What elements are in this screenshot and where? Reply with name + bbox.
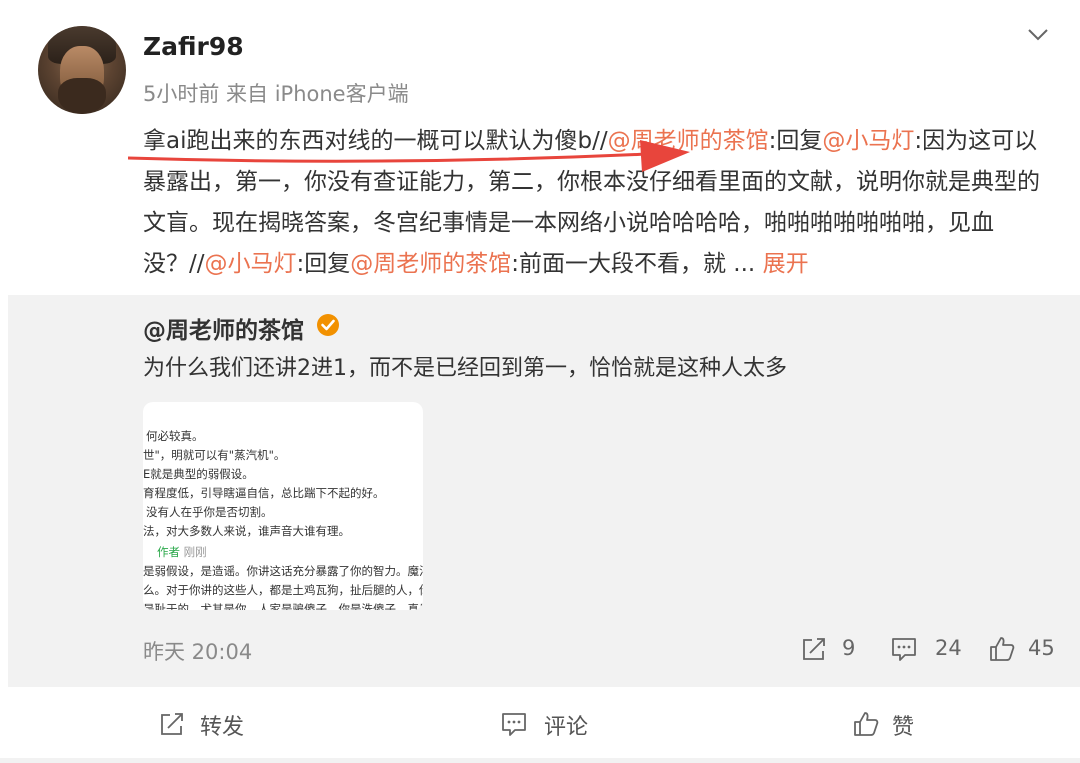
comment-count[interactable]: 24 xyxy=(935,636,962,660)
like-icon[interactable] xyxy=(988,635,1016,663)
image-author-time: 刚刚 xyxy=(183,545,207,559)
image-author-tag: 作者 xyxy=(157,545,180,559)
chevron-down-icon[interactable] xyxy=(1024,20,1052,48)
image-text-line: 法，对大多数人来说，谁声音大谁有理。 xyxy=(143,524,350,538)
post-text-segment: :回复 xyxy=(296,251,351,277)
comment-action-icon[interactable] xyxy=(500,710,528,738)
image-text-line: 是耻于的。尤其是你，人家是骗傻子，你是洗傻子，真是底 xyxy=(143,602,423,610)
mention-link[interactable]: @小马灯 xyxy=(205,251,297,277)
post-text-segment: :前面一大段不看，就 ... xyxy=(511,251,763,277)
image-text-line: 是弱假设，是造谣。你讲这话充分暴露了你的智力。魔法对 xyxy=(143,564,423,578)
repost-count[interactable]: 9 xyxy=(842,636,855,660)
image-text-line: E就是典型的弱假设。 xyxy=(143,467,254,481)
mention-link[interactable]: @周老师的茶馆 xyxy=(350,251,511,277)
image-text-line: 世"，明就可以有"蒸汽机"。 xyxy=(143,448,286,462)
quoted-time: 昨天 20:04 xyxy=(143,640,253,664)
image-text-line: 么。对于你讲的这些人，都是土鸡瓦狗，扯后腿的人，你厨 xyxy=(143,583,423,597)
image-text-line: 没有人在乎你是否切割。 xyxy=(146,505,273,519)
image-text-line: 何必较真。 xyxy=(146,429,204,443)
username[interactable]: Zafir98 xyxy=(143,32,244,61)
post-text-segment: :回复 xyxy=(768,128,823,154)
image-text-line: 育程度低，引导瞎逼自信，总比踹下不起的好。 xyxy=(143,486,385,500)
quoted-username[interactable]: @周老师的茶馆 xyxy=(143,311,304,345)
like-action-icon[interactable] xyxy=(852,710,880,738)
bottom-divider xyxy=(0,758,1080,763)
annotation-arrow-icon xyxy=(128,140,690,172)
like-button[interactable]: 赞 xyxy=(892,709,914,741)
comment-icon[interactable] xyxy=(890,635,918,663)
image-author-line: 作者 刚刚 xyxy=(157,544,207,560)
repost-button[interactable]: 转发 xyxy=(200,709,244,741)
post-meta: 5小时前 来自 iPhone客户端 xyxy=(143,82,409,106)
avatar[interactable] xyxy=(38,26,126,114)
repost-action-icon[interactable] xyxy=(158,710,186,738)
expand-link[interactable]: 展开 xyxy=(763,251,809,277)
mention-link[interactable]: @小马灯 xyxy=(822,128,914,154)
avatar-beard xyxy=(58,78,106,114)
quoted-image[interactable]: 何必较真。 世"，明就可以有"蒸汽机"。 E就是典型的弱假设。 育程度低，引导瞎… xyxy=(143,402,423,610)
comment-button[interactable]: 评论 xyxy=(544,709,588,741)
like-count[interactable]: 45 xyxy=(1028,636,1055,660)
quoted-text: 为什么我们还讲2进1，而不是已经回到第一，恰恰就是这种人太多 xyxy=(143,356,787,381)
verified-badge-icon xyxy=(317,314,339,336)
repost-icon[interactable] xyxy=(800,635,828,663)
